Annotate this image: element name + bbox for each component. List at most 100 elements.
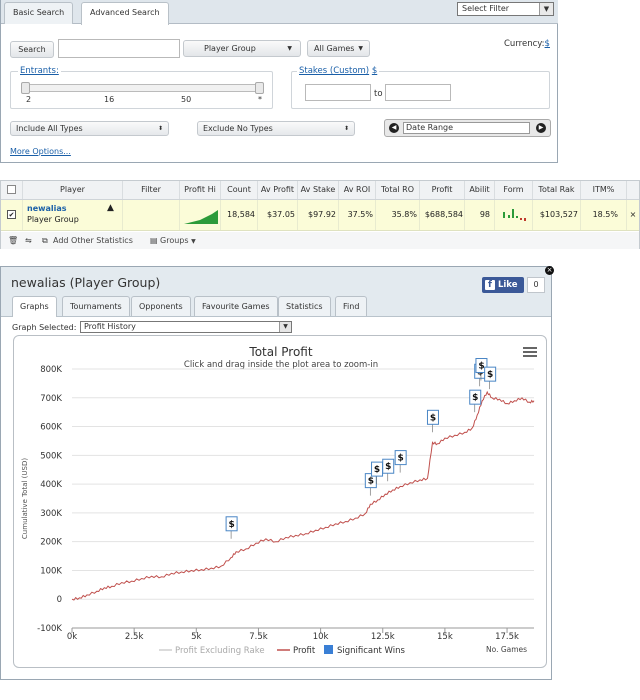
col-profit-history[interactable]: Profit Hi bbox=[180, 181, 221, 199]
ability-cell: 98 bbox=[465, 200, 495, 230]
significant-win-dollar: $ bbox=[398, 454, 404, 464]
x-tick-label: 17.5k bbox=[495, 632, 519, 642]
profit-chart-svg[interactable]: Total ProfitClick and drag inside the pl… bbox=[14, 336, 548, 669]
tab-graphs[interactable]: Graphs bbox=[12, 296, 57, 317]
select-filter-label: Select Filter bbox=[462, 4, 510, 13]
select-all-checkbox[interactable] bbox=[7, 185, 16, 194]
search-input[interactable] bbox=[58, 39, 180, 58]
y-tick-label: 200K bbox=[40, 538, 62, 548]
av-roi-cell: 37.5% bbox=[339, 200, 376, 230]
col-player[interactable]: Player bbox=[23, 181, 123, 199]
col-av-stake[interactable]: Av Stake bbox=[298, 181, 339, 199]
significant-win-dollar: $ bbox=[368, 477, 374, 487]
currency-link[interactable]: $ bbox=[545, 39, 550, 49]
add-other-statistics-link[interactable]: Add Other Statistics bbox=[53, 232, 133, 249]
all-games-label: All Games bbox=[314, 44, 355, 53]
tab-basic-search[interactable]: Basic Search bbox=[4, 2, 74, 24]
av-stake-cell: $97.92 bbox=[298, 200, 339, 230]
facebook-icon: f bbox=[485, 280, 495, 290]
chevron-down-icon: ▼ bbox=[539, 3, 553, 15]
stats-table-footer: 🗑 ⇋ ⧉ Add Other Statistics ▤ Groups ▼ bbox=[1, 232, 639, 249]
row-checkbox-cell[interactable]: ✔ bbox=[1, 200, 23, 230]
x-tick-label: 2.5k bbox=[125, 632, 144, 642]
stakes-label[interactable]: Stakes (Custom) bbox=[299, 66, 369, 76]
groups-dropdown[interactable]: Groups ▼ bbox=[160, 232, 196, 250]
legend-item-profit: Profit bbox=[293, 646, 316, 656]
y-tick-label: 300K bbox=[40, 509, 62, 519]
entrants-label[interactable]: Entrants: bbox=[18, 66, 61, 76]
table-row[interactable]: ✔ newalias Player Group ▲ 18,584 $37.05 … bbox=[1, 200, 639, 231]
select-filter-dropdown[interactable]: Select Filter ▼ bbox=[457, 2, 554, 16]
tab-tournaments[interactable]: Tournaments bbox=[62, 296, 130, 316]
all-games-dropdown[interactable]: All Games ▼ bbox=[307, 40, 370, 57]
count-cell: 18,584 bbox=[221, 200, 258, 230]
select-all-checkbox-cell[interactable] bbox=[1, 181, 23, 199]
significant-win-dollar: $ bbox=[430, 413, 436, 423]
entrant-tick-16: 16 bbox=[104, 95, 115, 104]
entrant-tick-50: 50 bbox=[181, 95, 192, 104]
y-tick-label: 600K bbox=[40, 423, 62, 433]
col-av-roi[interactable]: Av ROI bbox=[339, 181, 376, 199]
y-tick-label: 100K bbox=[40, 566, 62, 576]
currency-selector: Currency:$ bbox=[504, 39, 550, 49]
tab-statistics[interactable]: Statistics bbox=[278, 296, 331, 316]
y-tick-label: 500K bbox=[40, 451, 62, 461]
date-range-input[interactable]: Date Range bbox=[403, 122, 530, 134]
x-tick-label: 5k bbox=[191, 632, 201, 642]
stakes-currency[interactable]: $ bbox=[372, 66, 377, 76]
stakes-from-input[interactable] bbox=[305, 84, 371, 101]
player-group-label: Player Group bbox=[204, 44, 256, 53]
col-ability[interactable]: Abilit bbox=[465, 181, 495, 199]
player-group-dropdown[interactable]: Player Group ▼ bbox=[183, 40, 301, 57]
more-options-link[interactable]: More Options... bbox=[10, 147, 71, 156]
chart-menu-icon[interactable] bbox=[523, 347, 537, 357]
close-icon[interactable]: × bbox=[545, 266, 554, 275]
legend-swatch-significant-wins bbox=[324, 645, 333, 654]
stakes-legend: Stakes (Custom) $ bbox=[297, 66, 380, 76]
entrants-slider-max-handle[interactable] bbox=[255, 82, 264, 94]
stakes-to-input[interactable] bbox=[385, 84, 451, 101]
graph-panel-titlebar: newalias (Player Group) f Like 0 Graphs … bbox=[1, 267, 551, 317]
col-itm[interactable]: ITM% bbox=[581, 181, 627, 199]
trash-icon[interactable]: 🗑 bbox=[8, 232, 18, 249]
facebook-like-button[interactable]: f Like bbox=[482, 277, 524, 293]
row-checkbox[interactable]: ✔ bbox=[7, 210, 16, 219]
stats-table: Player Filter Profit Hi Count Av Profit … bbox=[0, 180, 640, 249]
like-count: 0 bbox=[527, 277, 545, 293]
entrants-slider[interactable] bbox=[23, 84, 263, 92]
col-total-rake[interactable]: Total Rak bbox=[533, 181, 581, 199]
add-stats-icon: ⧉ bbox=[42, 236, 48, 245]
next-date-icon[interactable]: ▶ bbox=[536, 123, 546, 133]
col-total-roi[interactable]: Total RO bbox=[376, 181, 420, 199]
search-button[interactable]: Search bbox=[10, 41, 54, 58]
graph-selected-dropdown[interactable]: Profit History ▼ bbox=[80, 321, 292, 333]
col-count[interactable]: Count bbox=[221, 181, 258, 199]
tab-favourite-games[interactable]: Favourite Games bbox=[194, 296, 278, 316]
prev-date-icon[interactable]: ◀ bbox=[389, 123, 399, 133]
col-av-profit[interactable]: Av Profit bbox=[258, 181, 298, 199]
include-types-dropdown[interactable]: Include All Types ⬍ bbox=[10, 121, 169, 136]
close-row-icon[interactable]: × bbox=[627, 200, 639, 230]
tab-advanced-search[interactable]: Advanced Search bbox=[81, 2, 169, 25]
col-profit[interactable]: Profit bbox=[420, 181, 465, 199]
total-roi-cell: 35.8% bbox=[376, 200, 420, 230]
entrants-slider-min-handle[interactable] bbox=[21, 82, 30, 94]
chevron-down-icon: ▼ bbox=[191, 238, 196, 245]
tab-opponents[interactable]: Opponents bbox=[131, 296, 191, 316]
graph-selected-label: Graph Selected: bbox=[12, 323, 77, 332]
tab-find[interactable]: Find bbox=[335, 296, 368, 316]
y-tick-label: 800K bbox=[40, 365, 62, 375]
chevron-down-icon: ▼ bbox=[358, 45, 363, 52]
updown-icon: ⬍ bbox=[343, 125, 349, 132]
like-label: Like bbox=[497, 280, 518, 290]
col-filter[interactable]: Filter bbox=[123, 181, 180, 199]
refresh-icon[interactable]: ⇋ bbox=[25, 232, 32, 249]
search-panel: Basic Search Advanced Search Select Filt… bbox=[0, 0, 558, 163]
significant-win-dollar: $ bbox=[472, 393, 478, 403]
col-form[interactable]: Form bbox=[495, 181, 533, 199]
exclude-types-dropdown[interactable]: Exclude No Types ⬍ bbox=[197, 121, 355, 136]
significant-win-dollar: $ bbox=[478, 362, 484, 372]
total-rake-cell: $103,527 bbox=[533, 200, 581, 230]
profit-cell: $688,584 bbox=[420, 200, 465, 230]
include-types-label: Include All Types bbox=[16, 124, 83, 133]
